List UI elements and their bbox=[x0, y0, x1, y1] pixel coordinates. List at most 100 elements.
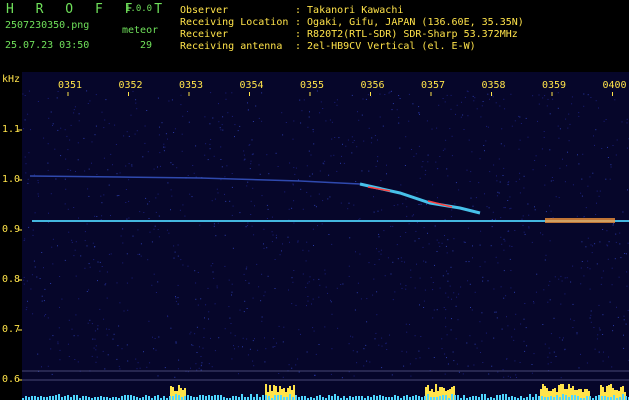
noise-speck bbox=[315, 206, 317, 208]
noise-speck bbox=[325, 286, 327, 288]
baseline-bar bbox=[211, 396, 213, 400]
noise-speck bbox=[116, 282, 118, 284]
noise-speck bbox=[348, 343, 350, 345]
y-tick-label: 1.0 bbox=[2, 174, 21, 185]
baseline-bar bbox=[541, 396, 543, 400]
noise-speck bbox=[289, 162, 291, 164]
noise-speck bbox=[567, 151, 568, 153]
baseline-bar bbox=[502, 394, 504, 400]
noise-speck bbox=[211, 366, 213, 368]
x-tick-label: 0355 bbox=[300, 80, 325, 91]
noise-speck bbox=[86, 291, 88, 292]
noise-speck bbox=[366, 298, 368, 300]
noise-speck bbox=[101, 266, 103, 267]
noise-speck bbox=[561, 339, 563, 341]
noise-speck bbox=[252, 360, 254, 362]
noise-speck bbox=[55, 178, 57, 180]
noise-speck bbox=[350, 335, 352, 337]
noise-speck bbox=[112, 338, 114, 340]
noise-speck bbox=[190, 367, 191, 369]
noise-speck bbox=[427, 161, 429, 163]
noise-speck bbox=[572, 265, 574, 267]
noise-speck bbox=[376, 291, 378, 293]
noise-speck bbox=[136, 108, 138, 110]
noise-speck bbox=[399, 236, 401, 237]
noise-speck bbox=[497, 262, 499, 264]
noise-speck bbox=[489, 98, 490, 100]
noise-speck bbox=[606, 244, 608, 246]
noise-speck bbox=[196, 369, 198, 371]
noise-speck bbox=[23, 128, 25, 130]
noise-speck bbox=[307, 282, 309, 284]
noise-speck bbox=[590, 97, 592, 98]
noise-speck bbox=[192, 165, 194, 166]
noise-speck bbox=[510, 376, 511, 378]
noise-speck bbox=[222, 116, 224, 118]
noise-speck bbox=[77, 159, 79, 161]
noise-speck bbox=[528, 214, 530, 216]
noise-speck bbox=[428, 243, 430, 245]
noise-speck bbox=[456, 363, 458, 365]
noise-speck bbox=[400, 257, 402, 259]
noise-speck bbox=[452, 250, 454, 252]
noise-speck bbox=[207, 287, 209, 289]
noise-speck bbox=[300, 122, 302, 124]
noise-speck bbox=[592, 172, 594, 174]
noise-speck bbox=[406, 215, 408, 217]
noise-speck bbox=[578, 115, 580, 117]
noise-speck bbox=[493, 164, 495, 166]
noise-speck bbox=[209, 123, 211, 125]
noise-speck bbox=[67, 149, 69, 151]
noise-speck bbox=[446, 168, 448, 170]
noise-speck bbox=[405, 136, 407, 138]
noise-speck bbox=[126, 344, 128, 346]
noise-speck bbox=[436, 251, 438, 252]
noise-speck bbox=[108, 184, 110, 186]
noise-speck bbox=[164, 146, 166, 148]
noise-speck bbox=[462, 114, 464, 116]
noise-speck bbox=[167, 182, 169, 184]
noise-speck bbox=[446, 357, 447, 359]
noise-speck bbox=[101, 202, 103, 204]
baseline-bar bbox=[199, 395, 201, 400]
baseline-bar bbox=[343, 396, 345, 400]
noise-speck bbox=[38, 195, 39, 197]
noise-speck bbox=[450, 108, 452, 110]
noise-speck bbox=[86, 223, 88, 225]
baseline-bar bbox=[289, 394, 291, 400]
noise-speck bbox=[626, 118, 628, 120]
noise-speck bbox=[366, 360, 368, 362]
noise-speck bbox=[157, 375, 159, 377]
noise-speck bbox=[463, 241, 465, 243]
noise-speck bbox=[122, 228, 124, 230]
noise-speck bbox=[447, 239, 449, 241]
noise-speck bbox=[572, 327, 574, 328]
noise-speck bbox=[598, 327, 600, 329]
noise-speck bbox=[524, 233, 526, 235]
noise-speck bbox=[191, 344, 193, 346]
noise-speck bbox=[136, 130, 138, 132]
noise-speck bbox=[413, 214, 414, 216]
noise-speck bbox=[311, 173, 313, 175]
noise-speck bbox=[503, 376, 505, 378]
noise-speck bbox=[479, 321, 481, 323]
noise-speck bbox=[408, 120, 410, 122]
noise-speck bbox=[581, 195, 583, 197]
noise-speck bbox=[25, 163, 27, 165]
noise-speck bbox=[581, 261, 583, 262]
noise-speck bbox=[295, 304, 297, 306]
noise-speck bbox=[583, 216, 585, 217]
noise-speck bbox=[436, 309, 438, 311]
noise-speck bbox=[264, 291, 266, 293]
noise-speck bbox=[590, 244, 592, 246]
noise-speck bbox=[451, 209, 453, 211]
noise-speck bbox=[411, 149, 412, 150]
noise-speck bbox=[110, 215, 111, 216]
noise-speck bbox=[543, 136, 545, 138]
noise-speck bbox=[328, 234, 330, 235]
noise-speck bbox=[510, 270, 512, 271]
noise-speck bbox=[384, 275, 386, 277]
noise-speck bbox=[478, 182, 480, 184]
noise-speck bbox=[571, 96, 573, 98]
noise-speck bbox=[49, 338, 51, 340]
